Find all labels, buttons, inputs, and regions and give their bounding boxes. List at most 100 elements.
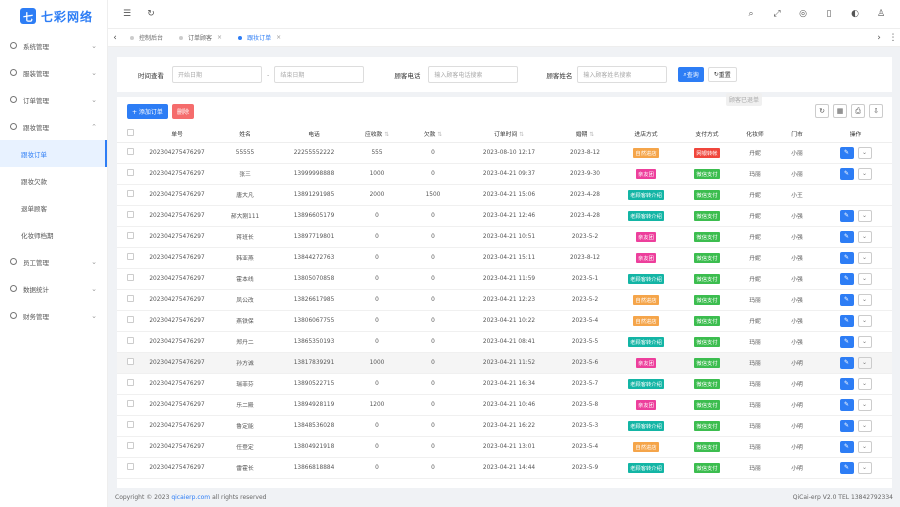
theme-icon[interactable]: ◐ xyxy=(848,9,862,19)
edit-button[interactable]: ✎ xyxy=(839,293,854,306)
search-icon[interactable]: ⌕ xyxy=(744,9,758,19)
table-row[interactable]: 202304275476297 孙方诚 13817839291 1000 0 2023-0… xyxy=(117,352,892,374)
col-header[interactable]: 应收款 ⇅ xyxy=(349,125,405,143)
more-vertical-icon[interactable]: ⋮ xyxy=(886,33,900,43)
globe-icon[interactable]: ◎ xyxy=(796,9,810,19)
row-select[interactable] xyxy=(117,310,143,332)
table-row[interactable]: 202304275476297 凤公改 13826617985 0 0 2023-04-2… xyxy=(117,289,892,311)
checkbox[interactable] xyxy=(126,358,134,365)
row-select[interactable] xyxy=(117,247,143,269)
sort-icon[interactable]: ⇅ xyxy=(437,132,442,138)
row-select[interactable] xyxy=(117,394,143,416)
checkbox[interactable] xyxy=(126,148,134,155)
edit-button[interactable]: ✎ xyxy=(839,440,854,453)
edit-button[interactable]: ✎ xyxy=(839,251,854,264)
row-select[interactable] xyxy=(117,268,143,290)
checkbox[interactable] xyxy=(126,463,134,470)
checkbox[interactable] xyxy=(126,400,134,407)
checkbox[interactable] xyxy=(126,232,134,239)
delete-button[interactable]: 删除 xyxy=(171,103,194,119)
more-button[interactable]: ⌄ xyxy=(857,251,872,264)
menu-orders[interactable]: 订单管理 ⌄ xyxy=(0,86,107,113)
print-icon[interactable]: ⎙ xyxy=(851,104,865,118)
add-order-button[interactable]: + 添加订单 xyxy=(127,103,168,119)
row-select[interactable] xyxy=(117,436,143,458)
more-button[interactable]: ⌄ xyxy=(857,356,872,369)
columns-icon[interactable]: ▦ xyxy=(833,104,847,118)
table-row[interactable]: 202304275476297 任登定 13804921918 0 0 2023-04-2… xyxy=(117,436,892,458)
sort-icon[interactable]: ⇅ xyxy=(519,132,524,138)
checkbox[interactable] xyxy=(126,253,134,260)
query-button[interactable]: ⌕ 查询 xyxy=(678,67,704,82)
more-button[interactable]: ⌄ xyxy=(857,209,872,222)
table-row[interactable]: 202304275476297 张三 13999998888 1000 0 2023-04… xyxy=(117,163,892,185)
export-icon[interactable]: ⇩ xyxy=(869,104,883,118)
row-select[interactable] xyxy=(117,163,143,185)
checkbox[interactable] xyxy=(126,421,134,428)
col-header[interactable]: 婚期 ⇅ xyxy=(557,125,613,143)
tab-makeup-orders[interactable]: 跟妆订单 × xyxy=(230,29,289,47)
more-button[interactable]: ⌄ xyxy=(857,272,872,285)
phone-search-input[interactable]: 输入顾客电话搜索 xyxy=(428,66,519,83)
menu-staff[interactable]: 员工管理 ⌄ xyxy=(0,248,107,275)
more-button[interactable]: ⌄ xyxy=(857,377,872,390)
checkbox[interactable] xyxy=(126,337,134,344)
row-select[interactable] xyxy=(117,205,143,227)
reset-button[interactable]: ↻ 重置 xyxy=(707,67,737,82)
col-header[interactable]: 欠款 ⇅ xyxy=(405,125,461,143)
more-button[interactable]: ⌄ xyxy=(857,230,872,243)
more-button[interactable]: ⌄ xyxy=(857,314,872,327)
menu-toggle-icon[interactable]: ☰ xyxy=(120,9,134,19)
more-button[interactable]: ⌄ xyxy=(857,419,872,432)
checkbox[interactable] xyxy=(126,190,134,197)
row-select[interactable] xyxy=(117,415,143,437)
table-row[interactable]: 202304275476297 瑞菲芬 13890522715 0 0 2023-04-2… xyxy=(117,373,892,395)
refresh-icon[interactable]: ↻ xyxy=(815,104,829,118)
more-button[interactable]: ⌄ xyxy=(857,293,872,306)
chevron-left-icon[interactable]: ‹ xyxy=(108,33,122,43)
checkbox[interactable] xyxy=(126,442,134,449)
more-button[interactable]: ⌄ xyxy=(857,440,872,453)
table-row[interactable]: 202304275476297 55555 22255552222 555 0 2023-… xyxy=(117,142,892,164)
more-button[interactable]: ⌄ xyxy=(857,461,872,474)
edit-button[interactable]: ✎ xyxy=(839,461,854,474)
more-button[interactable]: ⌄ xyxy=(857,146,872,159)
row-select[interactable] xyxy=(117,373,143,395)
close-icon[interactable]: × xyxy=(217,34,222,41)
menu-clothing[interactable]: 服装管理 ⌄ xyxy=(0,59,107,86)
row-select[interactable] xyxy=(117,457,143,479)
sidebar-item-makeup-debt[interactable]: 跟妆欠款 xyxy=(0,167,107,194)
edit-button[interactable]: ✎ xyxy=(839,335,854,348)
edit-button[interactable]: ✎ xyxy=(839,377,854,390)
table-row[interactable]: 202304275476297 唐大凡 13891291985 2000 1500 202… xyxy=(117,184,892,206)
table-row[interactable]: 202304275476297 郝大刚111 13896605179 0 0 2023-0… xyxy=(117,205,892,227)
fullscreen-icon[interactable]: ⤢ xyxy=(770,9,784,19)
edit-button[interactable]: ✎ xyxy=(839,356,854,369)
checkbox[interactable] xyxy=(126,128,134,136)
menu-stats[interactable]: 数据统计 ⌄ xyxy=(0,275,107,302)
more-button[interactable]: ⌄ xyxy=(857,398,872,411)
chevron-right-icon[interactable]: › xyxy=(872,33,886,43)
site-link[interactable]: qicaierp.com xyxy=(171,494,210,501)
tab-order-customers[interactable]: 订单顾客 × xyxy=(171,29,230,47)
edit-button[interactable]: ✎ xyxy=(839,272,854,285)
close-icon[interactable]: × xyxy=(276,34,281,41)
menu-makeup[interactable]: 跟妆管理 ⌃ xyxy=(0,113,107,140)
row-select[interactable] xyxy=(117,226,143,248)
user-icon[interactable]: ♙ xyxy=(874,9,888,19)
mobile-icon[interactable]: ▯ xyxy=(822,9,836,19)
table-row[interactable]: 202304275476297 燕铁保 13806067755 0 0 2023-04-2… xyxy=(117,310,892,332)
edit-button[interactable]: ✎ xyxy=(839,230,854,243)
table-row[interactable]: 202304275476297 郑丹二 13865350193 0 0 2023-04-2… xyxy=(117,331,892,353)
refresh-icon[interactable]: ↻ xyxy=(144,9,158,19)
select-all[interactable] xyxy=(117,125,143,143)
table-row[interactable]: 202304275476297 蒋班长 13897719801 0 0 2023-04-2… xyxy=(117,226,892,248)
edit-button[interactable]: ✎ xyxy=(839,167,854,180)
row-select[interactable] xyxy=(117,331,143,353)
menu-finance[interactable]: 财务管理 ⌄ xyxy=(0,302,107,329)
row-select[interactable] xyxy=(117,184,143,206)
edit-button[interactable]: ✎ xyxy=(839,209,854,222)
edit-button[interactable]: ✎ xyxy=(839,419,854,432)
more-button[interactable]: ⌄ xyxy=(857,167,872,180)
checkbox[interactable] xyxy=(126,316,134,323)
